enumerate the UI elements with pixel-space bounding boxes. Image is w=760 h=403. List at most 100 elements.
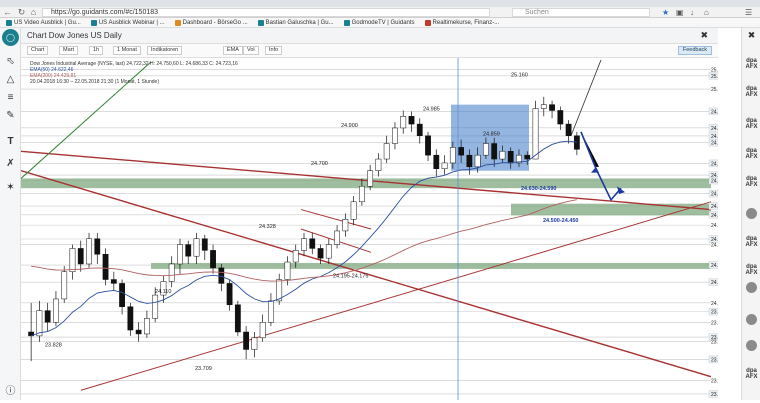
chart-type-button[interactable]: Chart: [27, 46, 49, 55]
candle-body: [441, 162, 448, 170]
candle-body: [210, 250, 216, 269]
price-chart[interactable]: 25.160 24.985 24.900 24.859 24.700 24.630-24.…: [20, 58, 742, 400]
line-tool-icon[interactable]: △: [3, 72, 18, 87]
pencil-tool-icon[interactable]: ✎: [3, 108, 18, 123]
candle-body: [449, 147, 456, 164]
vol-button[interactable]: Vol: [243, 46, 259, 55]
bookmark-item[interactable]: Dashboard - BörseGo ...: [174, 19, 248, 26]
guidants-logo-icon[interactable]: ◯: [2, 29, 19, 46]
author-avatar[interactable]: [746, 340, 757, 351]
author-avatar[interactable]: [746, 314, 757, 325]
candle-body: [549, 104, 555, 111]
dpa-afx-news-item[interactable]: dpa AFX: [744, 236, 759, 248]
legend-period: 20.04.2018 16:30 – 22.05.2018 21:30 (1 M…: [30, 79, 159, 85]
y-axis-tick-label: 25.168,51: [711, 74, 718, 80]
y-axis-tick-label: 24.300,00: [711, 243, 718, 249]
chart-annotation: 23.709: [195, 366, 212, 372]
bookmark-item[interactable]: Bastian Galuschka | Gu...: [257, 19, 334, 26]
bookmark-item[interactable]: Realtimekurse, Finanz-...: [424, 19, 499, 26]
dpa-afx-news-item[interactable]: dpa AFX: [744, 58, 759, 70]
address-bar: ← ↻ ⌂ https://go.guidants.com/#c/150183 …: [0, 7, 760, 18]
y-axis-tick-label: 24.562,12: [711, 192, 718, 198]
y-axis-tick-label: 23.600,00: [711, 379, 718, 385]
candle-body: [507, 151, 514, 164]
bookmark-label: GodmodeTV | Guidants: [351, 19, 415, 26]
dpa-afx-news-item[interactable]: dpa AFX: [744, 264, 759, 276]
delete-tool-icon[interactable]: ✗: [3, 156, 18, 171]
star-icon[interactable]: ★: [662, 8, 669, 17]
candle-body: [193, 238, 200, 257]
candle-body: [284, 261, 291, 280]
url-field[interactable]: https://go.guidants.com/#c/150183: [42, 8, 490, 17]
info-button[interactable]: Info: [265, 46, 283, 55]
reload-icon[interactable]: ↻: [16, 7, 27, 18]
candle-body: [532, 108, 539, 160]
candle-body: [201, 238, 208, 251]
trend-line: [80, 201, 712, 391]
close-icon[interactable]: ✖: [700, 30, 708, 41]
dpa-afx-news-item[interactable]: dpa AFX: [744, 176, 759, 188]
fibonacci-tool-icon[interactable]: ≡: [3, 90, 18, 105]
dpa-afx-news-item[interactable]: dpa AFX: [744, 86, 759, 98]
chart-area[interactable]: 25.160 24.985 24.900 24.859 24.700 24.630-24.…: [20, 58, 742, 400]
bookmark-item[interactable]: GodmodeTV | Guidants: [343, 19, 415, 26]
author-avatar[interactable]: [746, 282, 757, 293]
range-button[interactable]: 1 Monat: [113, 46, 141, 55]
info-icon[interactable]: ⓘ: [3, 384, 18, 399]
download-icon[interactable]: ↓: [690, 8, 694, 17]
dpa-afx-news-item[interactable]: dpa AFX: [744, 368, 759, 380]
candle-body: [540, 104, 547, 109]
candle-body: [61, 271, 68, 300]
chart-title: Chart Dow Jones US Daily: [27, 31, 122, 40]
y-axis-tick-label: 24.717,50: [711, 161, 718, 167]
candle-body: [400, 116, 407, 129]
text-tool-icon[interactable]: T: [3, 134, 18, 149]
sidebar-close-icon[interactable]: ✖: [744, 30, 759, 41]
candle-body: [36, 310, 43, 337]
y-axis-tick-label: 23.800,00: [711, 340, 718, 346]
chart-annotation: 23.828: [45, 343, 62, 349]
y-axis-tick-label: 23.531,31: [711, 392, 718, 398]
candle-body: [168, 263, 175, 282]
y-axis-tick-label: 24.629,20: [711, 179, 718, 185]
candle-body: [317, 248, 324, 259]
browser-tab-strip: [0, 0, 760, 7]
bookmark-favicon: [174, 19, 181, 26]
tools-settings-icon[interactable]: ✶: [3, 180, 18, 195]
candle-body: [565, 123, 572, 136]
candle-body: [433, 154, 440, 170]
dpa-afx-news-item[interactable]: dpa AFX: [744, 148, 759, 160]
chart-annotation: 24.328: [259, 224, 276, 230]
back-icon[interactable]: ←: [2, 7, 13, 18]
mart-button[interactable]: Mart: [59, 46, 78, 55]
bookmark-item[interactable]: US Ausblick Webinar | ...: [90, 19, 165, 26]
candle-body: [292, 250, 299, 263]
dpa-afx-news-item[interactable]: dpa AFX: [744, 118, 759, 130]
trend-line: [300, 209, 372, 230]
author-avatar[interactable]: [746, 208, 757, 219]
ema-button[interactable]: EMA: [223, 46, 243, 55]
bookmarks-icon[interactable]: ▣: [676, 8, 684, 17]
candle-body: [367, 170, 374, 187]
browser-search-field[interactable]: Suchen: [512, 8, 650, 17]
indicators-button[interactable]: Indikatoren: [147, 46, 183, 55]
bookmark-label: Bastian Galuschka | Gu...: [265, 19, 334, 26]
bookmark-label: Dashboard - BörseGo ...: [182, 19, 248, 26]
projection-arrow: [580, 131, 622, 202]
y-axis-tick-label: 23.954,83: [711, 310, 718, 316]
interval-button[interactable]: 1h: [89, 46, 104, 55]
feedback-button[interactable]: Feedback: [677, 46, 712, 55]
candle-body: [483, 143, 489, 156]
bookmark-item[interactable]: US Video Ausblick | Gu...: [6, 19, 81, 26]
menu-icon[interactable]: ☰: [745, 8, 752, 17]
cursor-tool-icon[interactable]: ⬁: [3, 54, 18, 69]
home-toolbar-icon[interactable]: ⌂: [704, 8, 709, 17]
home-icon[interactable]: ⌂: [28, 7, 39, 18]
bookmark-favicon: [6, 19, 12, 26]
bookmark-favicon: [90, 19, 97, 26]
y-axis-tick-label: 24.400,00: [711, 223, 718, 229]
candle-body: [408, 116, 415, 125]
chart-annotation: 24.700: [311, 161, 328, 167]
candle-body: [342, 219, 349, 232]
candle-body: [524, 154, 531, 160]
